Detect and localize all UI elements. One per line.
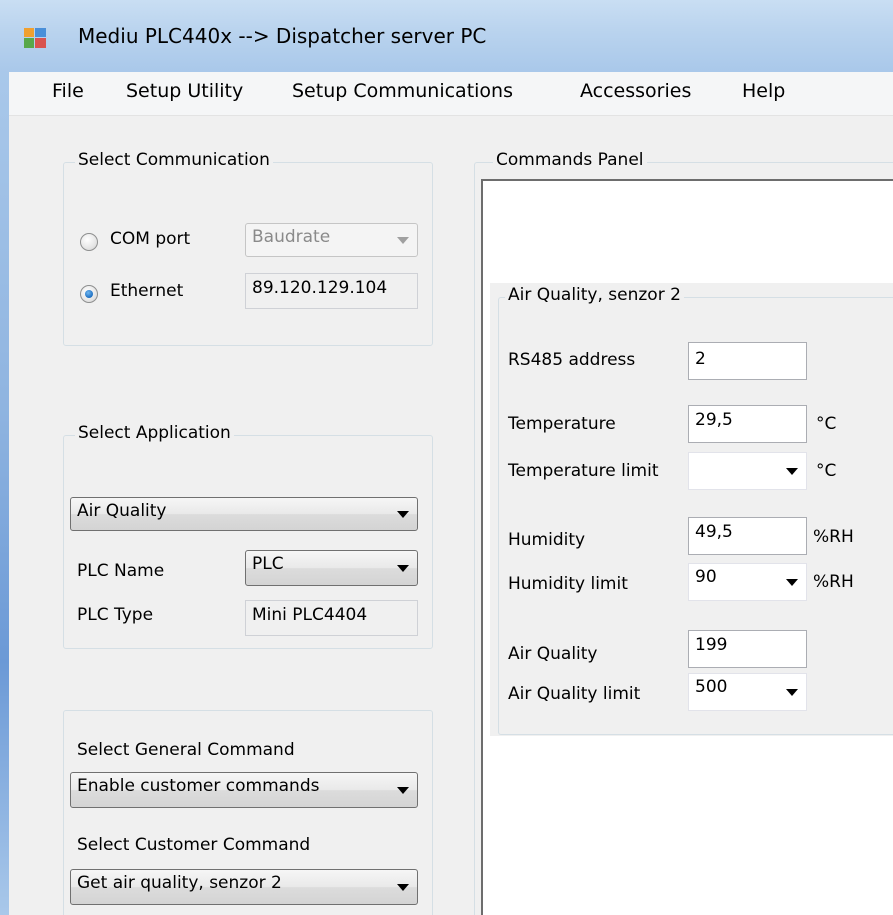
ethernet-label[interactable]: Ethernet: [110, 281, 183, 301]
plc-name-combo[interactable]: PLC: [245, 550, 418, 586]
air-quality-limit-combo[interactable]: 500: [688, 673, 807, 711]
customer-command-value: Get air quality, senzor 2: [77, 873, 282, 893]
window-frame-left: [0, 72, 9, 915]
plc-name-label: PLC Name: [77, 561, 165, 581]
temperature-field[interactable]: 29,5: [688, 405, 807, 443]
customer-command-label: Select Customer Command: [77, 835, 311, 855]
menu-file[interactable]: File: [50, 80, 86, 102]
ethernet-radio[interactable]: [80, 285, 98, 303]
humidity-limit-unit: %RH: [813, 572, 854, 592]
chevron-down-icon: [786, 689, 798, 696]
commands-panel-title: Commands Panel: [493, 150, 647, 170]
com-port-label[interactable]: COM port: [110, 229, 190, 249]
temperature-unit: °C: [816, 414, 837, 434]
baudrate-combo[interactable]: Baudrate: [245, 223, 418, 257]
air-quality-limit-value: 500: [695, 677, 728, 697]
general-command-combo[interactable]: Enable customer commands: [70, 772, 418, 808]
temperature-limit-combo[interactable]: [688, 452, 807, 490]
temperature-label: Temperature: [508, 414, 616, 434]
humidity-limit-label: Humidity limit: [508, 574, 628, 594]
menu-setup-communications[interactable]: Setup Communications: [290, 80, 515, 102]
chevron-down-icon: [397, 565, 409, 572]
air-quality-label: Air Quality: [508, 644, 598, 664]
ip-address-field[interactable]: 89.120.129.104: [245, 273, 418, 309]
humidity-limit-combo[interactable]: 90: [688, 563, 807, 601]
com-port-radio[interactable]: [80, 233, 98, 251]
menu-setup-utility[interactable]: Setup Utility: [124, 80, 245, 102]
plc-name-value: PLC: [252, 554, 284, 574]
customer-command-combo[interactable]: Get air quality, senzor 2: [70, 869, 418, 905]
plc-type-label: PLC Type: [77, 605, 154, 625]
humidity-field[interactable]: 49,5: [688, 517, 807, 555]
chevron-down-icon: [397, 884, 409, 891]
chevron-down-icon: [397, 237, 409, 244]
menu-help[interactable]: Help: [740, 80, 787, 102]
application-combo[interactable]: Air Quality: [70, 497, 418, 531]
baudrate-value: Baudrate: [252, 227, 331, 247]
air-quality-limit-label: Air Quality limit: [508, 684, 641, 704]
rs485-address-field[interactable]: 2: [688, 342, 807, 380]
chevron-down-icon: [397, 511, 409, 518]
sensor-group-title: Air Quality, senzor 2: [505, 285, 684, 305]
plc-type-field[interactable]: Mini PLC4404: [245, 600, 418, 636]
menu-accessories[interactable]: Accessories: [578, 80, 693, 102]
app-icon[interactable]: [24, 28, 46, 48]
application-group-title: Select Application: [75, 423, 234, 443]
application-value: Air Quality: [77, 501, 167, 521]
communication-group-title: Select Communication: [75, 150, 273, 170]
chevron-down-icon: [786, 579, 798, 586]
chevron-down-icon: [786, 468, 798, 475]
rs485-address-label: RS485 address: [508, 350, 636, 370]
client-area: Select Communication COM port Baudrate E…: [9, 116, 893, 915]
window-title: Mediu PLC440x --> Dispatcher server PC: [78, 24, 487, 48]
menu-bar: File Setup Utility Setup Communications …: [9, 72, 893, 116]
general-command-label: Select General Command: [77, 740, 295, 760]
general-command-value: Enable customer commands: [77, 776, 320, 796]
chevron-down-icon: [397, 787, 409, 794]
air-quality-field[interactable]: 199: [688, 630, 807, 668]
humidity-limit-value: 90: [695, 567, 717, 587]
temperature-limit-label: Temperature limit: [508, 461, 659, 481]
humidity-label: Humidity: [508, 530, 586, 550]
temperature-limit-unit: °C: [816, 461, 837, 481]
title-bar[interactable]: Mediu PLC440x --> Dispatcher server PC: [0, 0, 893, 72]
humidity-unit: %RH: [813, 527, 854, 547]
